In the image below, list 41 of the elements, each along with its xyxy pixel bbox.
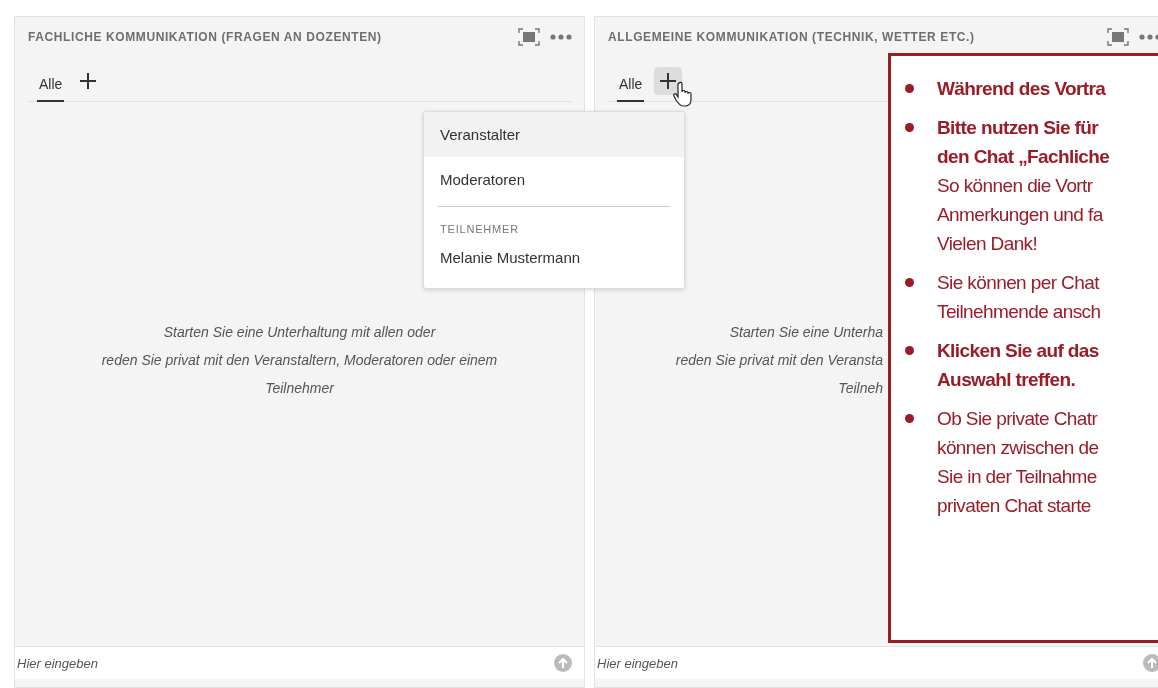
message-field[interactable]: Hier eingeben — [15, 646, 584, 679]
callout-text-line: privaten Chat starte — [937, 494, 1092, 518]
bullet-icon — [905, 278, 914, 287]
bullet-icon — [905, 84, 914, 93]
chat-tab[interactable]: Alle — [37, 68, 65, 102]
more-icon[interactable] — [550, 34, 572, 40]
bullet-icon — [905, 414, 914, 423]
callout-text-line: Sie können per Chat — [937, 271, 1101, 295]
add-chat-button[interactable] — [654, 67, 683, 95]
panel-title: FACHLICHE KOMMUNIKATION (FRAGEN AN DOZENTEN) — [28, 30, 382, 44]
callout-text-line: So können die Vortr — [937, 174, 1094, 198]
callout-text-line: Während des Vortra — [937, 77, 1106, 101]
menu-section-label: TEILNEHMER — [439, 222, 520, 235]
empty-chat-message: Starten Sie eine Unterha reden Sie privat mit den Veransta Teilneh — [674, 323, 883, 398]
callout-text-line: Ob Sie private Chatr — [937, 407, 1099, 431]
callout-text-line: Klicken Sie auf das — [937, 339, 1099, 363]
message-field[interactable]: Hier eingeben — [595, 646, 1158, 679]
more-icon[interactable] — [1139, 34, 1158, 40]
plus-icon[interactable] — [79, 72, 98, 90]
callout-text-line: den Chat „Fachliche — [937, 145, 1110, 169]
panel-title: ALLGEMEINE KOMMUNIKATION (TECHNIK, WETTER ETC.) — [608, 30, 975, 44]
callout-text-line: Bitte nutzen Sie für — [937, 116, 1100, 140]
bullet-icon — [905, 346, 914, 355]
callout-text-line: Vielen Dank! — [937, 232, 1039, 256]
plus-icon[interactable] — [659, 72, 678, 90]
callout-text-line: Teilnehmende ansch — [937, 300, 1101, 324]
empty-chat-message: Starten Sie eine Unterhaltung mit allen oder reden Sie privat mit den Veranstaltern, Moderatoren oder einem Teilnehmer — [100, 323, 499, 398]
callout-text-line: Sie in der Teilnahme — [937, 465, 1098, 489]
menu-item[interactable]: Moderatoren — [424, 157, 684, 202]
callout-text-line: Auswahl treffen. — [937, 368, 1077, 392]
chat-tab[interactable]: Alle — [617, 68, 645, 102]
message-input[interactable]: Hier eingeben — [17, 655, 542, 671]
callout-text-line: Anmerkungen und fa — [937, 203, 1105, 227]
maximize-icon[interactable] — [518, 28, 540, 46]
message-input[interactable]: Hier eingeben — [597, 655, 1131, 671]
maximize-icon[interactable] — [1107, 28, 1129, 46]
bullet-icon — [905, 123, 914, 132]
menu-item[interactable]: Melanie Mustermann — [424, 235, 684, 280]
hand-cursor-icon — [673, 81, 693, 107]
callout-text-line: können zwischen de — [937, 436, 1099, 460]
menu-item[interactable]: Veranstalter — [424, 112, 684, 157]
